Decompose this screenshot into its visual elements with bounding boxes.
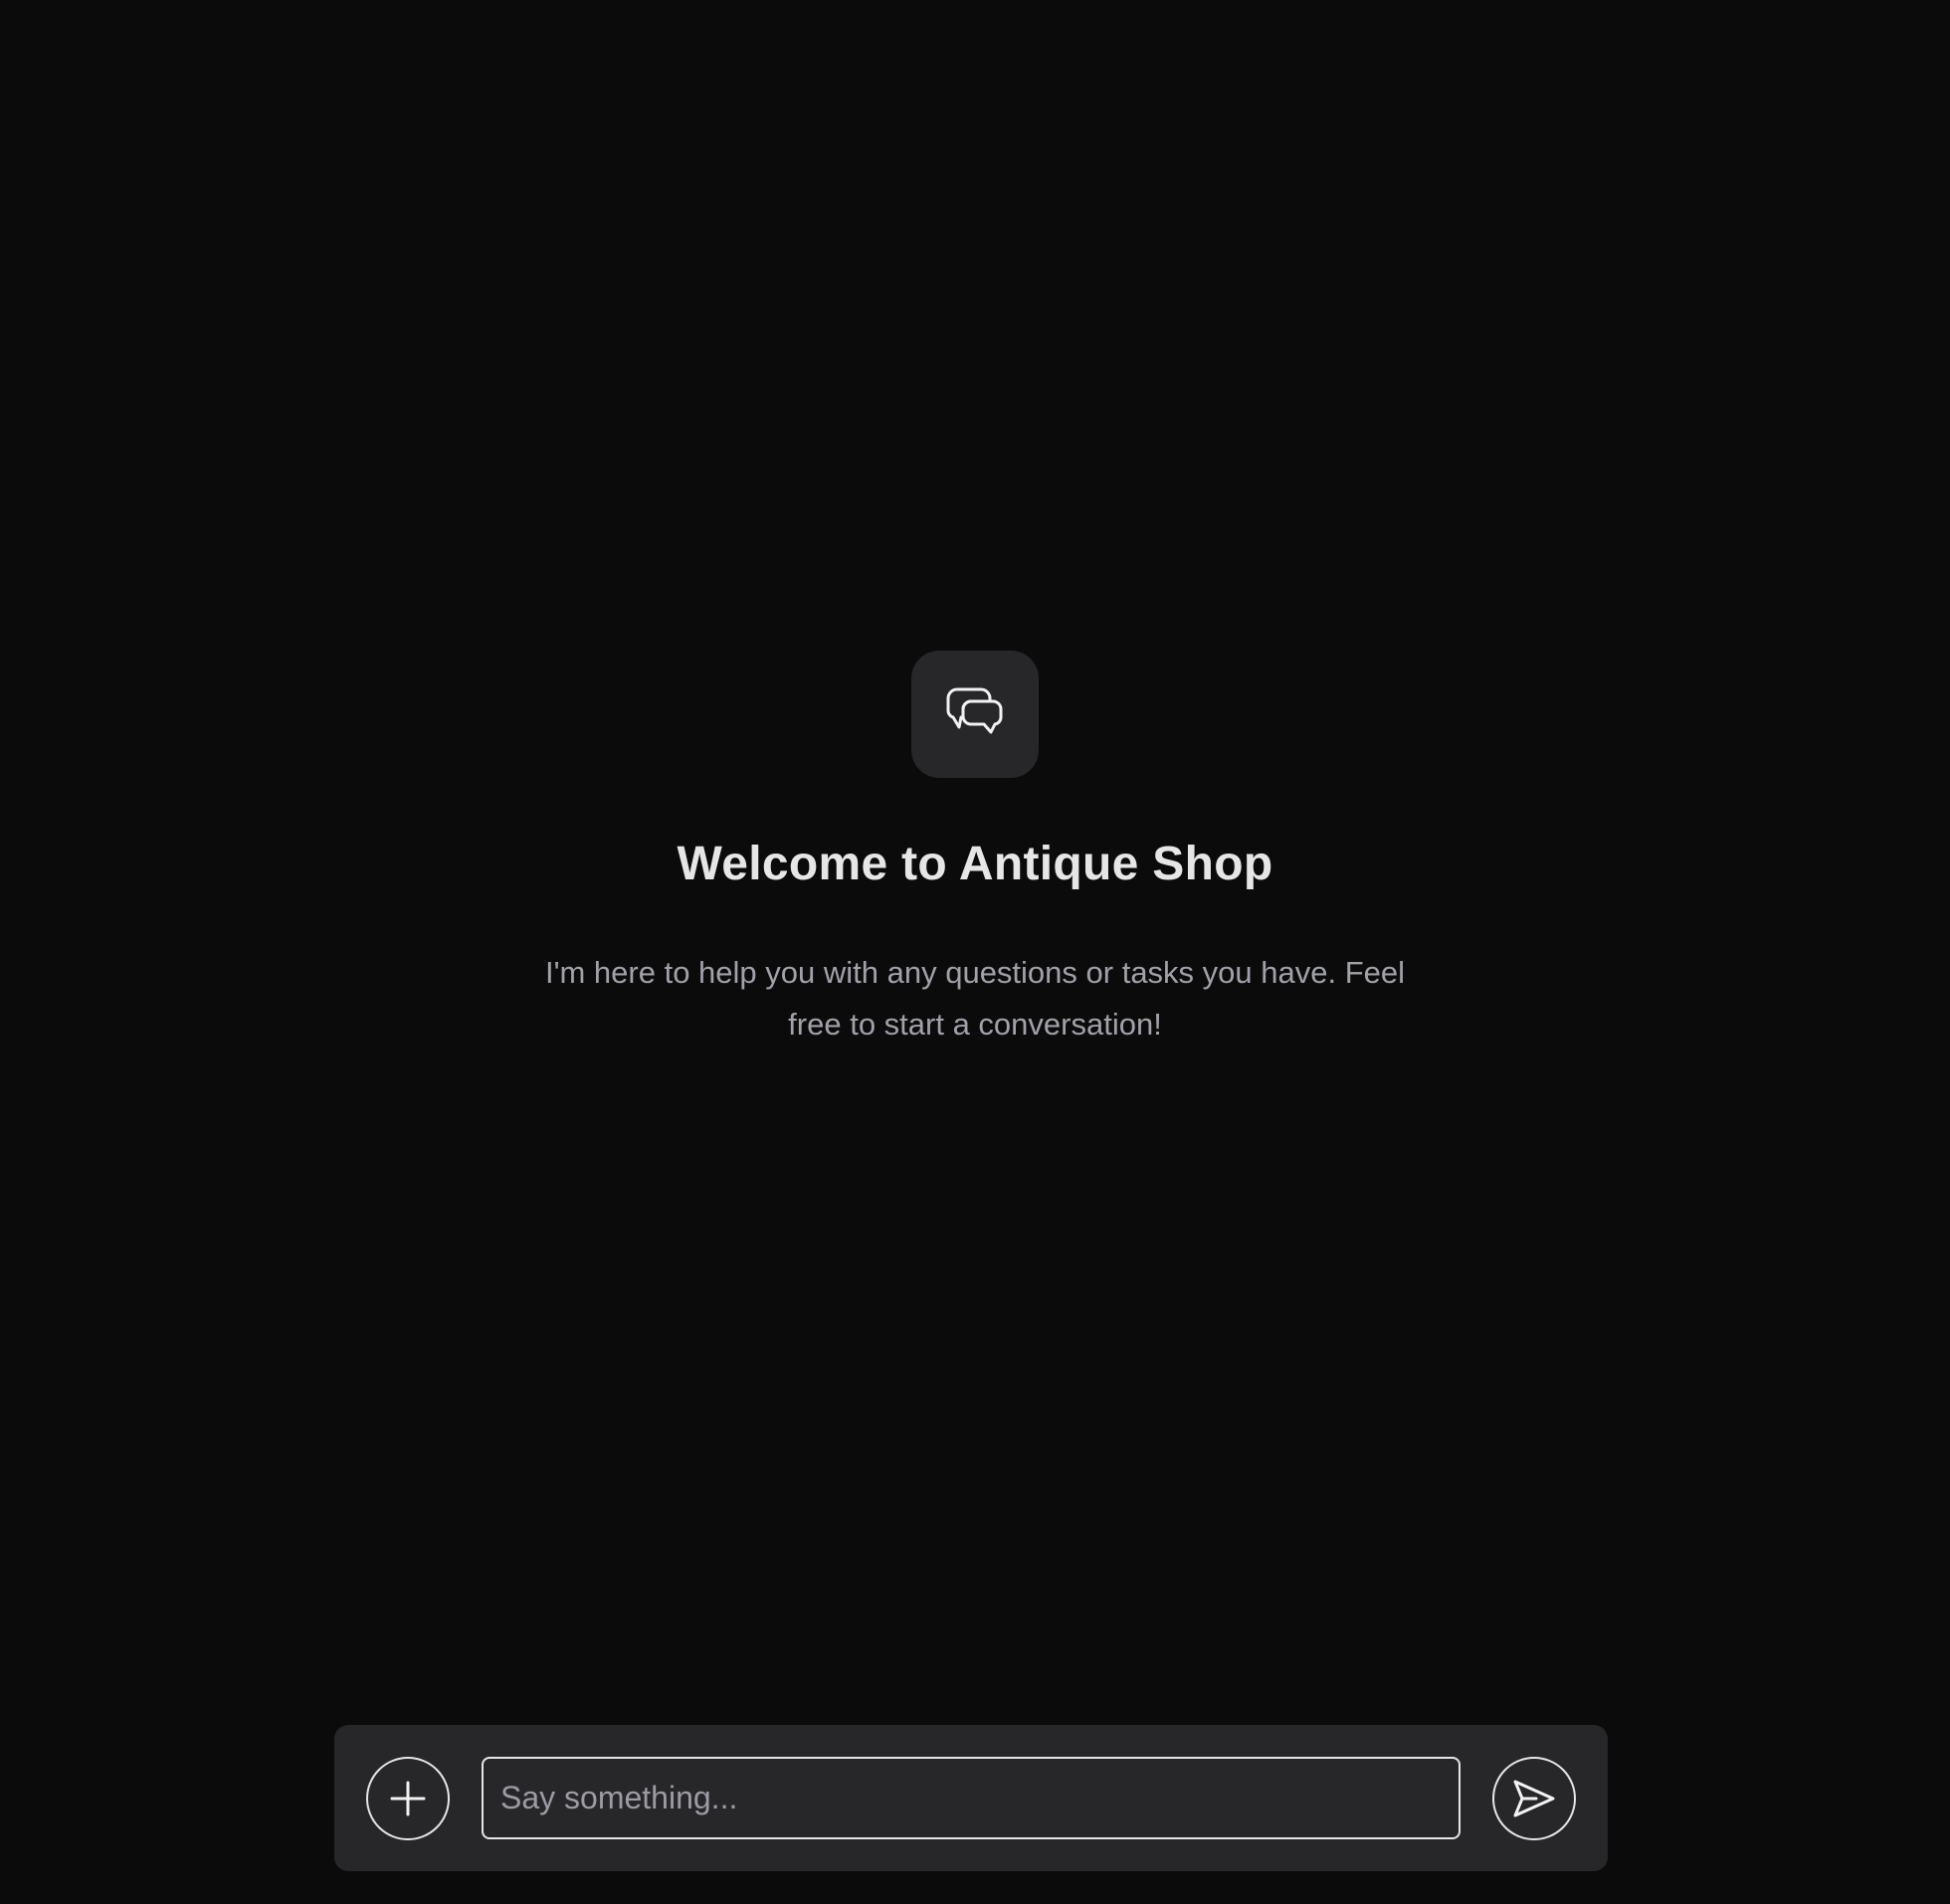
send-icon: [1512, 1779, 1556, 1818]
welcome-subtitle: I'm here to help you with any questions …: [544, 954, 1406, 1042]
add-attachment-button[interactable]: [366, 1756, 450, 1840]
chat-bubbles-icon: [945, 686, 1005, 742]
plus-icon: [390, 1781, 426, 1816]
welcome-panel: Welcome to Antique Shop I'm here to help…: [0, 651, 1950, 1050]
message-input-wrapper: [482, 1757, 1461, 1839]
chat-logo-tile: [911, 651, 1039, 778]
message-composer: [334, 1725, 1608, 1871]
message-input[interactable]: [484, 1759, 1459, 1837]
send-button[interactable]: [1492, 1756, 1576, 1840]
welcome-title: Welcome to Antique Shop: [677, 838, 1273, 890]
